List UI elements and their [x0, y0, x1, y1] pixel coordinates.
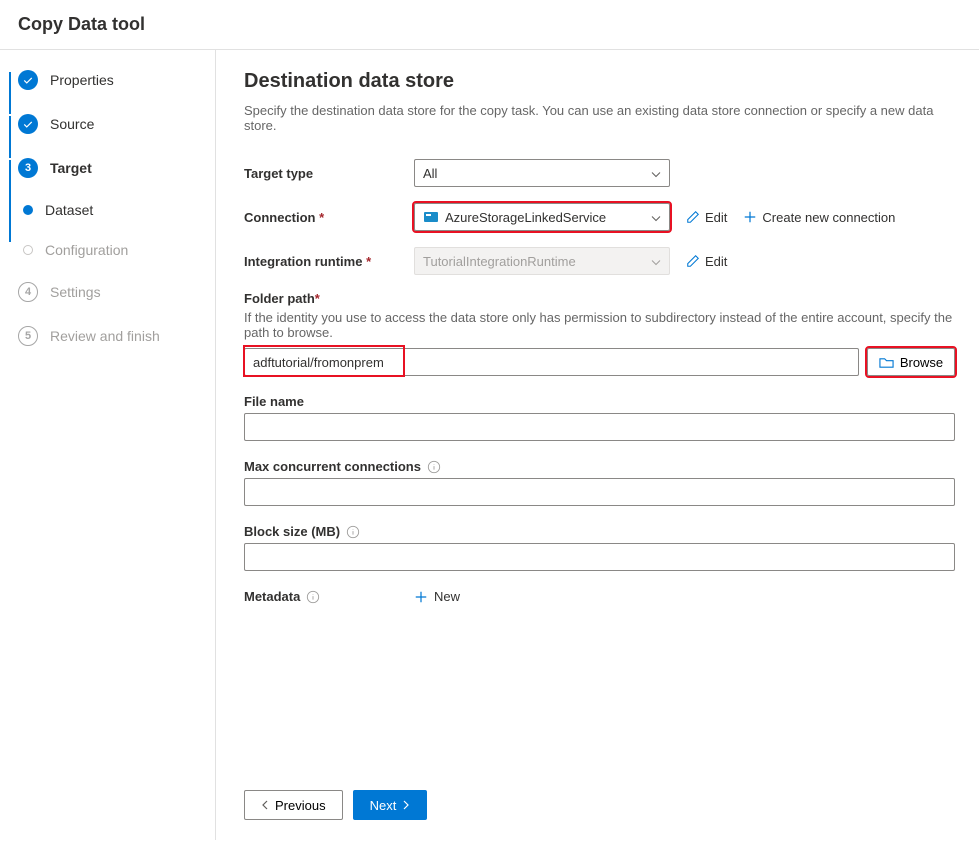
browse-button[interactable]: Browse [867, 348, 955, 376]
metadata-label: Metadata [244, 589, 414, 604]
pencil-icon [686, 210, 700, 224]
create-connection-button[interactable]: Create new connection [743, 210, 895, 225]
connection-select[interactable]: AzureStorageLinkedService [414, 203, 670, 231]
folder-icon [879, 355, 894, 370]
next-label: Next [370, 798, 397, 813]
target-type-label: Target type [244, 166, 414, 181]
info-icon [346, 525, 360, 539]
edit-label: Edit [705, 254, 727, 269]
integration-row: Integration runtime TutorialIntegrationR… [244, 247, 955, 275]
metadata-row: Metadata New [244, 589, 955, 604]
sidebar: Properties Source 3 Target Dataset Confi… [0, 50, 216, 840]
max-conn-section: Max concurrent connections [244, 459, 955, 506]
check-icon [18, 70, 38, 90]
step-source[interactable]: Source [18, 114, 215, 134]
max-conn-label: Max concurrent connections [244, 459, 955, 474]
step-label: Dataset [45, 202, 93, 218]
plus-icon [414, 590, 428, 604]
folder-path-label: Folder path [244, 291, 955, 306]
step-label: Configuration [45, 242, 128, 258]
target-type-value: All [423, 166, 437, 181]
file-name-section: File name [244, 394, 955, 441]
step-configuration[interactable]: Configuration [23, 242, 215, 258]
folder-path-input[interactable] [244, 348, 859, 376]
info-icon [306, 590, 320, 604]
integration-value: TutorialIntegrationRuntime [423, 254, 576, 269]
content-title: Destination data store [244, 70, 955, 93]
step-label: Properties [50, 72, 114, 88]
target-type-select[interactable]: All [414, 159, 670, 187]
folder-path-desc: If the identity you use to access the da… [244, 310, 955, 340]
step-review[interactable]: 5 Review and finish [18, 326, 215, 346]
target-type-row: Target type All [244, 159, 955, 187]
max-conn-input[interactable] [244, 478, 955, 506]
chevron-down-icon [651, 254, 661, 269]
connection-value: AzureStorageLinkedService [445, 210, 606, 225]
browse-label: Browse [900, 355, 943, 370]
connection-row: Connection AzureStorageLinkedService Edi… [244, 203, 955, 231]
edit-button[interactable]: Edit [686, 254, 727, 269]
previous-label: Previous [275, 798, 326, 813]
chevron-right-icon [402, 800, 410, 810]
footer: Previous Next [244, 760, 955, 820]
plus-icon [743, 210, 757, 224]
next-button[interactable]: Next [353, 790, 428, 820]
storage-icon [423, 209, 439, 225]
new-label: New [434, 589, 460, 604]
integration-label: Integration runtime [244, 254, 414, 269]
content-description: Specify the destination data store for t… [244, 103, 955, 133]
step-properties[interactable]: Properties [18, 70, 215, 90]
step-dataset[interactable]: Dataset [23, 202, 215, 218]
new-metadata-button[interactable]: New [414, 589, 460, 604]
page-title: Copy Data tool [18, 14, 961, 35]
block-size-section: Block size (MB) [244, 524, 955, 571]
step-label: Source [50, 116, 94, 132]
folder-path-section: Folder path If the identity you use to a… [244, 291, 955, 376]
info-icon [427, 460, 441, 474]
edit-label: Edit [705, 210, 727, 225]
step-label: Settings [50, 284, 101, 300]
step-settings[interactable]: 4 Settings [18, 282, 215, 302]
file-name-input[interactable] [244, 413, 955, 441]
block-size-input[interactable] [244, 543, 955, 571]
header: Copy Data tool [0, 0, 979, 50]
chevron-down-icon [651, 166, 661, 181]
step-number: 5 [18, 326, 38, 346]
step-target[interactable]: 3 Target [18, 158, 215, 178]
chevron-left-icon [261, 800, 269, 810]
edit-button[interactable]: Edit [686, 210, 727, 225]
integration-select: TutorialIntegrationRuntime [414, 247, 670, 275]
substep-circle-icon [23, 245, 33, 255]
substep-dot-icon [23, 205, 33, 215]
block-size-label: Block size (MB) [244, 524, 955, 539]
check-icon [18, 114, 38, 134]
pencil-icon [686, 254, 700, 268]
main-content: Destination data store Specify the desti… [216, 50, 979, 840]
step-number: 3 [18, 158, 38, 178]
create-label: Create new connection [762, 210, 895, 225]
step-label: Review and finish [50, 328, 160, 344]
chevron-down-icon [651, 210, 661, 225]
connection-label: Connection [244, 210, 414, 225]
previous-button[interactable]: Previous [244, 790, 343, 820]
step-number: 4 [18, 282, 38, 302]
file-name-label: File name [244, 394, 955, 409]
step-label: Target [50, 160, 92, 176]
